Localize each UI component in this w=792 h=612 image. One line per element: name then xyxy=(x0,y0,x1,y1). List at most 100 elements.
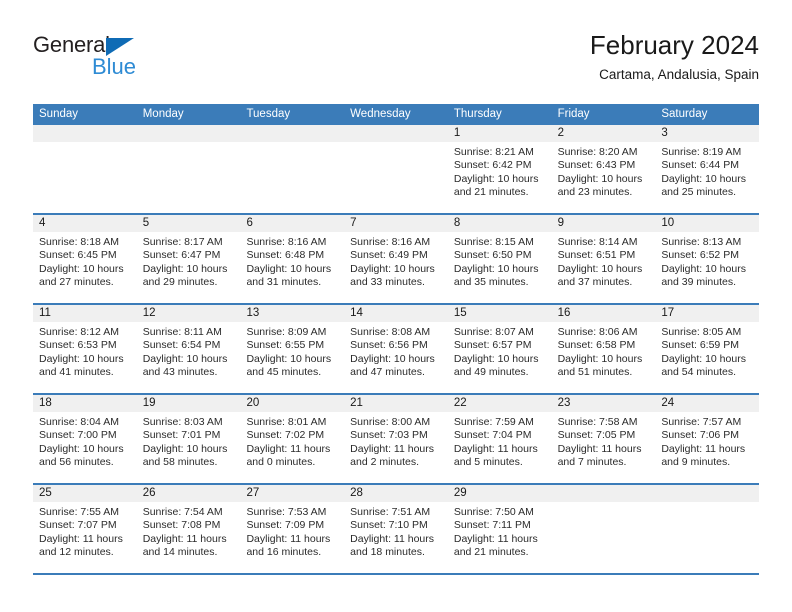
day-detail-body: Sunrise: 8:03 AM Sunset: 7:01 PM Daylight:… xyxy=(137,412,241,470)
day-number: 10 xyxy=(661,217,675,229)
day-detail-line: and 43 minutes. xyxy=(142,366,218,379)
day-detail-line: Sunset: 6:56 PM xyxy=(350,339,428,352)
calendar-day-cell[interactable]: 10 Sunrise: 8:13 AM Sunset: 6:52 PM Dayligh… xyxy=(655,215,760,303)
calendar-day-cell[interactable]: 2 Sunrise: 8:20 AM Sunset: 6:43 PM Daylight… xyxy=(551,125,656,213)
day-number-band: 25 xyxy=(33,485,137,502)
day-number: 24 xyxy=(661,397,675,409)
calendar-day-cell[interactable]: 29 Sunrise: 7:50 AM Sunset: 7:11 PM Dayligh… xyxy=(447,485,552,573)
day-detail-line: Sunset: 6:50 PM xyxy=(453,249,532,262)
day-detail-line: Daylight: 11 hours xyxy=(350,532,435,545)
calendar-day-cell[interactable]: 20 Sunrise: 8:01 AM Sunset: 7:02 PM Dayligh… xyxy=(240,395,345,483)
day-detail-line: and 33 minutes. xyxy=(350,276,425,289)
day-detail-line: Daylight: 10 hours xyxy=(453,262,539,275)
day-detail-line: Sunset: 6:44 PM xyxy=(661,159,739,172)
day-detail-line: and 51 minutes. xyxy=(557,366,633,379)
day-detail-line: and 12 minutes. xyxy=(39,546,114,559)
day-detail-line: Daylight: 10 hours xyxy=(142,442,228,455)
calendar-day-cell[interactable]: 11 Sunrise: 8:12 AM Sunset: 6:53 PM Dayligh… xyxy=(33,305,137,393)
day-number-band xyxy=(655,485,760,502)
day-detail-line: Sunrise: 7:58 AM xyxy=(557,416,638,428)
title-block: February 2024 Cartama, Andalusia, Spain xyxy=(590,30,759,84)
calendar-day-cell[interactable]: 9 Sunrise: 8:14 AM Sunset: 6:51 PM Daylight… xyxy=(551,215,656,303)
day-number: 3 xyxy=(661,127,668,139)
day-detail-body: Sunrise: 8:14 AM Sunset: 6:51 PM Daylight:… xyxy=(552,232,656,290)
day-number-band: 12 xyxy=(136,305,241,322)
day-number: 13 xyxy=(246,307,260,319)
day-detail-body: Sunrise: 8:04 AM Sunset: 7:00 PM Daylight:… xyxy=(33,412,137,470)
calendar-day-cell[interactable]: 14 Sunrise: 8:08 AM Sunset: 6:56 PM Dayligh… xyxy=(344,305,448,393)
calendar-day-cell[interactable]: 5 Sunrise: 8:17 AM Sunset: 6:47 PM Daylight… xyxy=(136,215,241,303)
logo-text-general: General xyxy=(33,32,110,57)
day-detail-line: Daylight: 10 hours xyxy=(557,352,643,365)
calendar-day-cell[interactable]: 16 Sunrise: 8:06 AM Sunset: 6:58 PM Dayligh… xyxy=(551,305,656,393)
day-detail-line: Sunset: 7:06 PM xyxy=(661,429,739,442)
day-detail-line: Daylight: 11 hours xyxy=(142,532,227,545)
day-detail-body: Sunrise: 8:07 AM Sunset: 6:57 PM Daylight:… xyxy=(448,322,552,380)
day-detail-line: and 16 minutes. xyxy=(246,546,322,559)
day-detail-line: Sunset: 7:04 PM xyxy=(453,429,532,442)
day-detail-line: and 0 minutes. xyxy=(246,456,316,469)
calendar-day-cell[interactable]: 21 Sunrise: 8:00 AM Sunset: 7:03 PM Dayligh… xyxy=(344,395,448,483)
calendar-day-cell[interactable]: 6 Sunrise: 8:16 AM Sunset: 6:48 PM Daylight… xyxy=(240,215,345,303)
day-detail-line: and 18 minutes. xyxy=(350,546,425,559)
day-detail-line: Sunset: 6:52 PM xyxy=(661,249,739,262)
calendar-day-cell[interactable]: 24 Sunrise: 7:57 AM Sunset: 7:06 PM Dayligh… xyxy=(655,395,760,483)
calendar-cell-empty xyxy=(33,125,137,213)
calendar-day-cell[interactable]: 18 Sunrise: 8:04 AM Sunset: 7:00 PM Dayligh… xyxy=(33,395,137,483)
day-detail-line: and 29 minutes. xyxy=(142,276,218,289)
day-detail-line: Daylight: 11 hours xyxy=(246,532,331,545)
calendar-week-row: 4 Sunrise: 8:18 AM Sunset: 6:45 PM Daylight… xyxy=(33,215,760,305)
day-number: 5 xyxy=(142,217,150,229)
calendar-day-cell[interactable]: 23 Sunrise: 7:58 AM Sunset: 7:05 PM Dayligh… xyxy=(551,395,656,483)
day-detail-line: Sunset: 6:58 PM xyxy=(557,339,636,352)
calendar-day-cell[interactable]: 15 Sunrise: 8:07 AM Sunset: 6:57 PM Dayligh… xyxy=(447,305,552,393)
day-detail-line: Sunset: 7:07 PM xyxy=(39,519,117,532)
weekday-header-friday: Friday xyxy=(557,108,590,120)
calendar-day-cell[interactable]: 25 Sunrise: 7:55 AM Sunset: 7:07 PM Dayligh… xyxy=(33,485,137,573)
calendar-week-row: 11 Sunrise: 8:12 AM Sunset: 6:53 PM Dayligh… xyxy=(33,305,760,395)
day-detail-line: and 21 minutes. xyxy=(453,186,529,199)
calendar-day-cell[interactable]: 7 Sunrise: 8:16 AM Sunset: 6:49 PM Daylight… xyxy=(344,215,448,303)
day-detail-line: Sunset: 6:45 PM xyxy=(39,249,117,262)
calendar-day-cell[interactable]: 28 Sunrise: 7:51 AM Sunset: 7:10 PM Dayligh… xyxy=(344,485,448,573)
calendar-day-cell[interactable]: 13 Sunrise: 8:09 AM Sunset: 6:55 PM Dayligh… xyxy=(240,305,345,393)
calendar-day-cell[interactable]: 26 Sunrise: 7:54 AM Sunset: 7:08 PM Dayligh… xyxy=(136,485,241,573)
day-number: 21 xyxy=(350,397,363,409)
calendar-day-cell[interactable]: 4 Sunrise: 8:18 AM Sunset: 6:45 PM Daylight… xyxy=(33,215,137,303)
day-detail-line: and 7 minutes. xyxy=(557,456,627,469)
day-detail-line: and 49 minutes. xyxy=(453,366,529,379)
day-detail-line: Sunset: 6:48 PM xyxy=(246,249,325,262)
calendar-day-cell[interactable]: 19 Sunrise: 8:03 AM Sunset: 7:01 PM Dayligh… xyxy=(136,395,241,483)
weekday-header-monday: Monday xyxy=(142,108,184,120)
calendar-weeks: 1 Sunrise: 8:21 AM Sunset: 6:42 PM Daylight… xyxy=(33,125,760,575)
calendar-day-cell[interactable]: 3 Sunrise: 8:19 AM Sunset: 6:44 PM Daylight… xyxy=(655,125,760,213)
day-detail-body: Sunrise: 8:08 AM Sunset: 6:56 PM Daylight:… xyxy=(344,322,448,380)
calendar-day-cell[interactable]: 22 Sunrise: 7:59 AM Sunset: 7:04 PM Dayligh… xyxy=(447,395,552,483)
page-header: General Blue February 2024 Cartama, Anda… xyxy=(33,30,759,96)
day-detail-line: Sunset: 6:55 PM xyxy=(246,339,325,352)
day-number: 25 xyxy=(39,487,52,499)
day-detail-line: Daylight: 10 hours xyxy=(142,352,228,365)
day-detail-line: Sunset: 7:11 PM xyxy=(453,519,531,532)
day-number-band: 8 xyxy=(447,215,552,232)
day-detail-line: and 14 minutes. xyxy=(142,546,218,559)
day-detail-line: and 45 minutes. xyxy=(246,366,322,379)
day-number-band: 17 xyxy=(655,305,760,322)
day-detail-line: Daylight: 10 hours xyxy=(557,172,643,185)
calendar-day-cell[interactable]: 8 Sunrise: 8:15 AM Sunset: 6:50 PM Daylight… xyxy=(447,215,552,303)
day-detail-line: Daylight: 11 hours xyxy=(39,532,123,545)
page-location-subtitle: Cartama, Andalusia, Spain xyxy=(599,67,759,82)
calendar-day-cell[interactable]: 12 Sunrise: 8:11 AM Sunset: 6:54 PM Dayligh… xyxy=(136,305,241,393)
calendar-day-cell[interactable]: 17 Sunrise: 8:05 AM Sunset: 6:59 PM Dayligh… xyxy=(655,305,760,393)
day-detail-body: Sunrise: 7:59 AM Sunset: 7:04 PM Daylight:… xyxy=(448,412,552,470)
day-number: 26 xyxy=(142,487,156,499)
day-detail-line: and 27 minutes. xyxy=(39,276,114,289)
day-detail-line: and 37 minutes. xyxy=(557,276,633,289)
day-detail-line: Sunrise: 8:20 AM xyxy=(557,146,638,158)
weekday-header-thursday: Thursday xyxy=(453,108,502,120)
day-detail-body: Sunrise: 7:50 AM Sunset: 7:11 PM Daylight:… xyxy=(448,502,552,560)
calendar-day-cell[interactable]: 1 Sunrise: 8:21 AM Sunset: 6:42 PM Daylight… xyxy=(447,125,552,213)
day-detail-body: Sunrise: 7:54 AM Sunset: 7:08 PM Daylight:… xyxy=(137,502,241,560)
calendar-day-cell[interactable]: 27 Sunrise: 7:53 AM Sunset: 7:09 PM Dayligh… xyxy=(240,485,345,573)
day-detail-line: Daylight: 11 hours xyxy=(453,442,538,455)
